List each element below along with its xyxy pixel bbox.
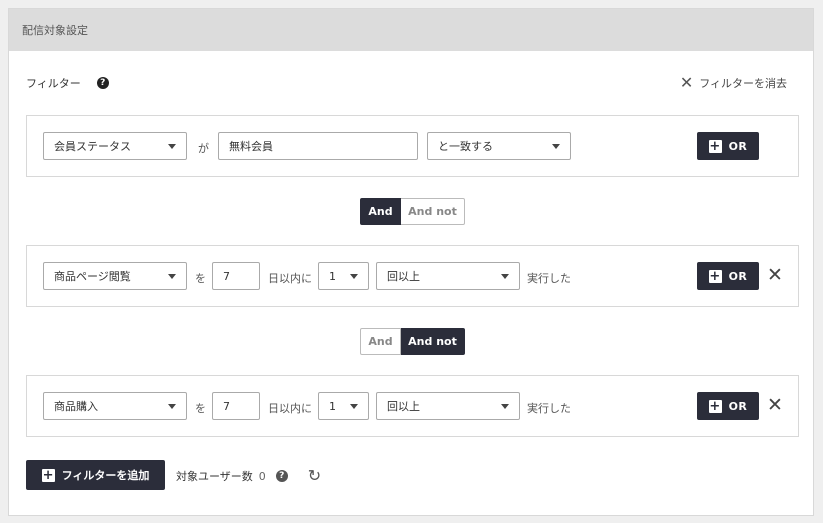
rule3-days-value: 7 xyxy=(223,399,230,413)
plus-square-icon: + xyxy=(41,467,55,483)
filter-rule-1: 会員ステータス が 無料会員 と一致する + OR xyxy=(26,115,799,177)
target-user-count: 対象ユーザー数 0 ? ↻ xyxy=(176,468,321,484)
rule1-operator-value: と一致する xyxy=(438,140,493,153)
remove-rule3-close-icon[interactable]: ✕ xyxy=(767,394,783,416)
panel-title: 配信対象設定 xyxy=(22,24,88,37)
toggle1-and-not-button[interactable]: And not xyxy=(401,198,465,225)
caret-down-icon xyxy=(501,404,509,409)
delivery-target-panel: 配信対象設定 フィルター ? ✕ フィルターを消去 会員ステータス が 無料会員… xyxy=(8,8,814,516)
rule3-count-op-value: 回以上 xyxy=(387,400,420,413)
caret-down-icon xyxy=(350,274,358,279)
caret-down-icon xyxy=(168,144,176,149)
filter-heading: フィルター ? xyxy=(26,75,109,91)
rule1-field-select[interactable]: 会員ステータス xyxy=(43,132,187,160)
rule3-suffix: 実行した xyxy=(527,402,571,415)
close-icon: ✕ xyxy=(679,73,694,92)
caret-down-icon xyxy=(552,144,560,149)
rule1-value-text: 無料会員 xyxy=(229,140,273,153)
rule2-suffix: 実行した xyxy=(527,272,571,285)
rule2-count-op-value: 回以上 xyxy=(387,270,420,283)
rule1-particle: が xyxy=(198,142,209,155)
rule2-days-value: 7 xyxy=(223,269,230,283)
rule3-field-value: 商品購入 xyxy=(54,400,98,413)
add-filter-button[interactable]: + フィルターを追加 xyxy=(26,460,165,490)
plus-square-icon: + xyxy=(708,268,722,284)
rule3-count-value: 1 xyxy=(329,399,336,413)
rule2-days-suffix: 日以内に xyxy=(268,272,312,285)
rule3-or-label: OR xyxy=(728,399,748,413)
caret-down-icon xyxy=(168,404,176,409)
plus-square-icon: + xyxy=(708,398,722,414)
toggle1-and-button[interactable]: And xyxy=(360,198,401,225)
caret-down-icon xyxy=(350,404,358,409)
rule2-particle: を xyxy=(195,272,206,285)
rule1-value-input[interactable]: 無料会員 xyxy=(218,132,418,160)
question-circle-icon[interactable]: ? xyxy=(96,77,109,89)
panel-header: 配信対象設定 xyxy=(9,9,813,51)
rule1-operator-select[interactable]: と一致する xyxy=(427,132,571,160)
rule3-field-select[interactable]: 商品購入 xyxy=(43,392,187,420)
rule2-field-select[interactable]: 商品ページ閲覧 xyxy=(43,262,187,290)
refresh-icon[interactable]: ↻ xyxy=(308,468,321,484)
logic-toggle-2: And And not xyxy=(360,328,465,355)
rule2-count-select[interactable]: 1 xyxy=(318,262,369,290)
target-users-count: 0 xyxy=(258,469,266,483)
rule2-days-input[interactable]: 7 xyxy=(212,262,260,290)
rule2-count-value: 1 xyxy=(329,269,336,283)
rule3-count-select[interactable]: 1 xyxy=(318,392,369,420)
rule1-field-value: 会員ステータス xyxy=(54,140,131,153)
caret-down-icon xyxy=(501,274,509,279)
rule3-days-suffix: 日以内に xyxy=(268,402,312,415)
rule1-or-label: OR xyxy=(728,139,748,153)
caret-down-icon xyxy=(168,274,176,279)
rule3-count-op-select[interactable]: 回以上 xyxy=(376,392,520,420)
filter-rule-2: 商品ページ閲覧 を 7 日以内に 1 回以上 実行した + OR ✕ xyxy=(26,245,799,307)
clear-filter-button[interactable]: ✕ フィルターを消去 xyxy=(680,75,787,91)
rule3-or-button[interactable]: + OR xyxy=(697,392,759,420)
toggle2-and-button[interactable]: And xyxy=(360,328,401,355)
rule1-or-button[interactable]: + OR xyxy=(697,132,759,160)
plus-square-icon: + xyxy=(708,138,722,154)
remove-rule2-close-icon[interactable]: ✕ xyxy=(767,264,783,286)
clear-filter-label: フィルターを消去 xyxy=(699,77,787,90)
logic-toggle-1: And And not xyxy=(360,198,465,225)
question-circle-icon[interactable]: ? xyxy=(275,470,288,482)
filter-label: フィルター xyxy=(26,77,81,90)
filter-rule-3: 商品購入 を 7 日以内に 1 回以上 実行した + OR ✕ xyxy=(26,375,799,437)
rule2-field-value: 商品ページ閲覧 xyxy=(54,270,131,283)
rule2-or-button[interactable]: + OR xyxy=(697,262,759,290)
add-filter-label: フィルターを追加 xyxy=(61,469,150,482)
target-users-label: 対象ユーザー数 xyxy=(176,470,253,483)
rule3-particle: を xyxy=(195,402,206,415)
toggle2-and-not-button[interactable]: And not xyxy=(401,328,465,355)
rule2-or-label: OR xyxy=(728,269,748,283)
rule2-count-op-select[interactable]: 回以上 xyxy=(376,262,520,290)
rule3-days-input[interactable]: 7 xyxy=(212,392,260,420)
